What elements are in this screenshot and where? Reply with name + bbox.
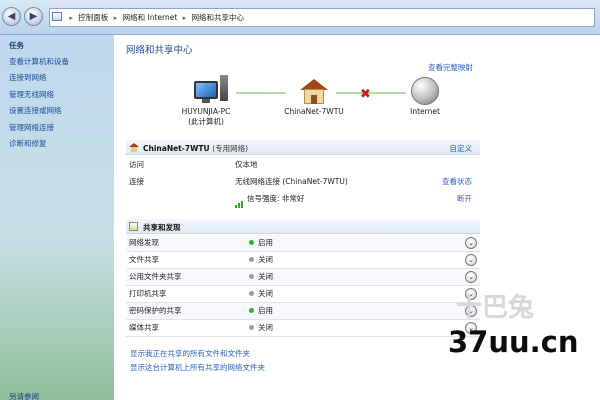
network-row-access: 访问 仅本地: [126, 157, 480, 173]
sharing-label: 媒体共享: [129, 323, 159, 332]
network-section: ChinaNet-7WTU (专用网络) 自定义 访问 仅本地 连接 无线网络连…: [126, 140, 480, 208]
sharing-label: 密码保护的共享: [129, 306, 182, 315]
sharing-status: 启用: [249, 235, 273, 251]
sidebar-item-view-devices[interactable]: 查看计算机和设备: [9, 56, 69, 67]
sharing-status: 关闭: [249, 286, 273, 302]
sharing-status-text: 关闭: [258, 255, 273, 264]
signal-text: 信号强度: 非常好: [247, 194, 305, 203]
address-bar: ◀ ▶ ▸ 控制面板 ▸ 网络和 Internet ▸ 网络和共享中心: [0, 0, 600, 35]
sharing-status: 关闭: [249, 320, 273, 336]
sharing-status: 关闭: [249, 269, 273, 285]
show-shared-files-link[interactable]: 显示我正在共享的所有文件和文件夹: [130, 348, 250, 359]
signal-bars-icon: [235, 192, 244, 208]
sharing-section-header: 共享和发现: [126, 219, 480, 234]
task-sidebar: 任务 查看计算机和设备 连接到网络 管理无线网络 设置连接或网络 管理网络连接 …: [0, 35, 114, 400]
forward-arrow-icon: ▶: [29, 11, 38, 22]
network-row-connection: 连接 无线网络连接 (ChinaNet-7WTU) 查看状态: [126, 174, 480, 190]
breadcrumb-item-network-internet[interactable]: 网络和 Internet: [123, 13, 178, 22]
view-full-map-link[interactable]: 查看完整映射: [428, 62, 473, 73]
signal-strength: 信号强度: 非常好: [235, 191, 304, 208]
sidebar-item-manage-connections[interactable]: 管理网络连接: [9, 122, 54, 133]
sharing-row-public-folder[interactable]: 公用文件夹共享 关闭 ⌄: [126, 269, 480, 286]
sidebar-item-diagnose[interactable]: 诊断和修复: [9, 138, 47, 149]
status-off-icon: [249, 291, 254, 296]
row-value: 仅本地: [235, 160, 258, 169]
sharing-icon: [129, 222, 138, 231]
sidebar-item-setup-connection[interactable]: 设置连接或网络: [9, 105, 62, 116]
sharing-section: 共享和发现 网络发现 启用 ⌄ 文件共享 关闭 ⌄ 公用文件夹共享 关闭 ⌄ 打…: [126, 219, 480, 339]
sidebar-see-also: 另请参阅: [9, 392, 39, 400]
customize-link[interactable]: 自定义: [450, 143, 473, 154]
sidebar-title: 任务: [9, 41, 24, 50]
status-on-icon: [249, 240, 254, 245]
computer-subtitle: (此计算机): [188, 117, 224, 126]
network-map-name: ChinaNet-7WTU: [284, 107, 344, 116]
computer-icon[interactable]: [194, 81, 218, 99]
network-section-header: ChinaNet-7WTU (专用网络) 自定义: [126, 140, 480, 155]
sharing-status-text: 关闭: [258, 272, 273, 281]
chevron-down-icon[interactable]: ⌄: [465, 237, 477, 249]
sidebar-item-manage-wireless[interactable]: 管理无线网络: [9, 89, 54, 100]
back-button[interactable]: ◀: [2, 7, 21, 26]
watermark: 37uu.cn: [448, 325, 579, 359]
sharing-status-text: 关闭: [258, 323, 273, 332]
sharing-label: 打印机共享: [129, 289, 167, 298]
network-name: ChinaNet-7WTU (专用网络): [143, 143, 248, 154]
row-label: 连接: [129, 177, 144, 186]
breadcrumb[interactable]: ▸ 控制面板 ▸ 网络和 Internet ▸ 网络和共享中心: [49, 8, 595, 27]
back-arrow-icon: ◀: [7, 11, 16, 22]
breadcrumb-item-control-panel[interactable]: 控制面板: [78, 13, 108, 22]
show-shared-folders-link[interactable]: 显示这台计算机上所有共享的网络文件夹: [130, 362, 265, 373]
network-name-text: ChinaNet-7WTU: [143, 144, 210, 153]
sharing-row-password-protected[interactable]: 密码保护的共享 启用 ⌄: [126, 303, 480, 320]
monitor-stand-icon: [202, 99, 210, 103]
status-off-icon: [249, 325, 254, 330]
status-off-icon: [249, 257, 254, 262]
sharing-status: 关闭: [249, 252, 273, 268]
internet-label: Internet: [410, 107, 440, 116]
network-type: (专用网络): [212, 144, 249, 153]
connection-line: [236, 92, 286, 94]
status-off-icon: [249, 274, 254, 279]
home-network-small-icon: [129, 143, 139, 152]
row-value: 无线网络连接 (ChinaNet-7WTU): [235, 177, 348, 186]
computer-name: HUYUNJIA-PC: [181, 107, 231, 116]
sharing-title: 共享和发现: [143, 223, 181, 232]
sharing-label: 文件共享: [129, 255, 159, 264]
computer-tower-icon: [220, 75, 228, 101]
page-title: 网络和共享中心: [126, 45, 193, 56]
sharing-status: 启用: [249, 303, 273, 319]
sharing-label: 公用文件夹共享: [129, 272, 182, 281]
row-label: 访问: [129, 160, 144, 169]
sharing-status-text: 关闭: [258, 289, 273, 298]
home-network-door-icon: [311, 95, 317, 104]
status-on-icon: [249, 308, 254, 313]
breadcrumb-separator-icon: ▸: [113, 14, 118, 22]
chevron-down-icon[interactable]: ⌄: [465, 271, 477, 283]
disconnect-link[interactable]: 断开: [457, 191, 472, 207]
sharing-label: 网络发现: [129, 238, 159, 247]
internet-line: [336, 92, 406, 94]
sidebar-item-connect-network[interactable]: 连接到网络: [9, 72, 47, 83]
breadcrumb-separator-icon: ▸: [182, 14, 187, 22]
internet-globe-icon[interactable]: [411, 77, 439, 105]
disconnected-x-icon[interactable]: ✖: [360, 87, 371, 102]
sharing-row-file-sharing[interactable]: 文件共享 关闭 ⌄: [126, 252, 480, 269]
sharing-row-media[interactable]: 媒体共享 关闭 ⌄: [126, 320, 480, 337]
network-row-signal: 信号强度: 非常好 断开: [126, 191, 480, 208]
forward-button[interactable]: ▶: [24, 7, 43, 26]
sharing-row-network-discovery[interactable]: 网络发现 启用 ⌄: [126, 235, 480, 252]
watermark-faint: 十巴兔: [456, 293, 535, 323]
sharing-row-printer[interactable]: 打印机共享 关闭 ⌄: [126, 286, 480, 303]
sharing-status-text: 启用: [258, 306, 273, 315]
view-status-link[interactable]: 查看状态: [442, 174, 472, 190]
breadcrumb-item-network-center[interactable]: 网络和共享中心: [192, 13, 245, 22]
chevron-down-icon[interactable]: ⌄: [465, 254, 477, 266]
breadcrumb-separator-icon: ▸: [69, 14, 73, 22]
sharing-status-text: 启用: [258, 238, 273, 247]
control-panel-icon: [52, 12, 62, 21]
